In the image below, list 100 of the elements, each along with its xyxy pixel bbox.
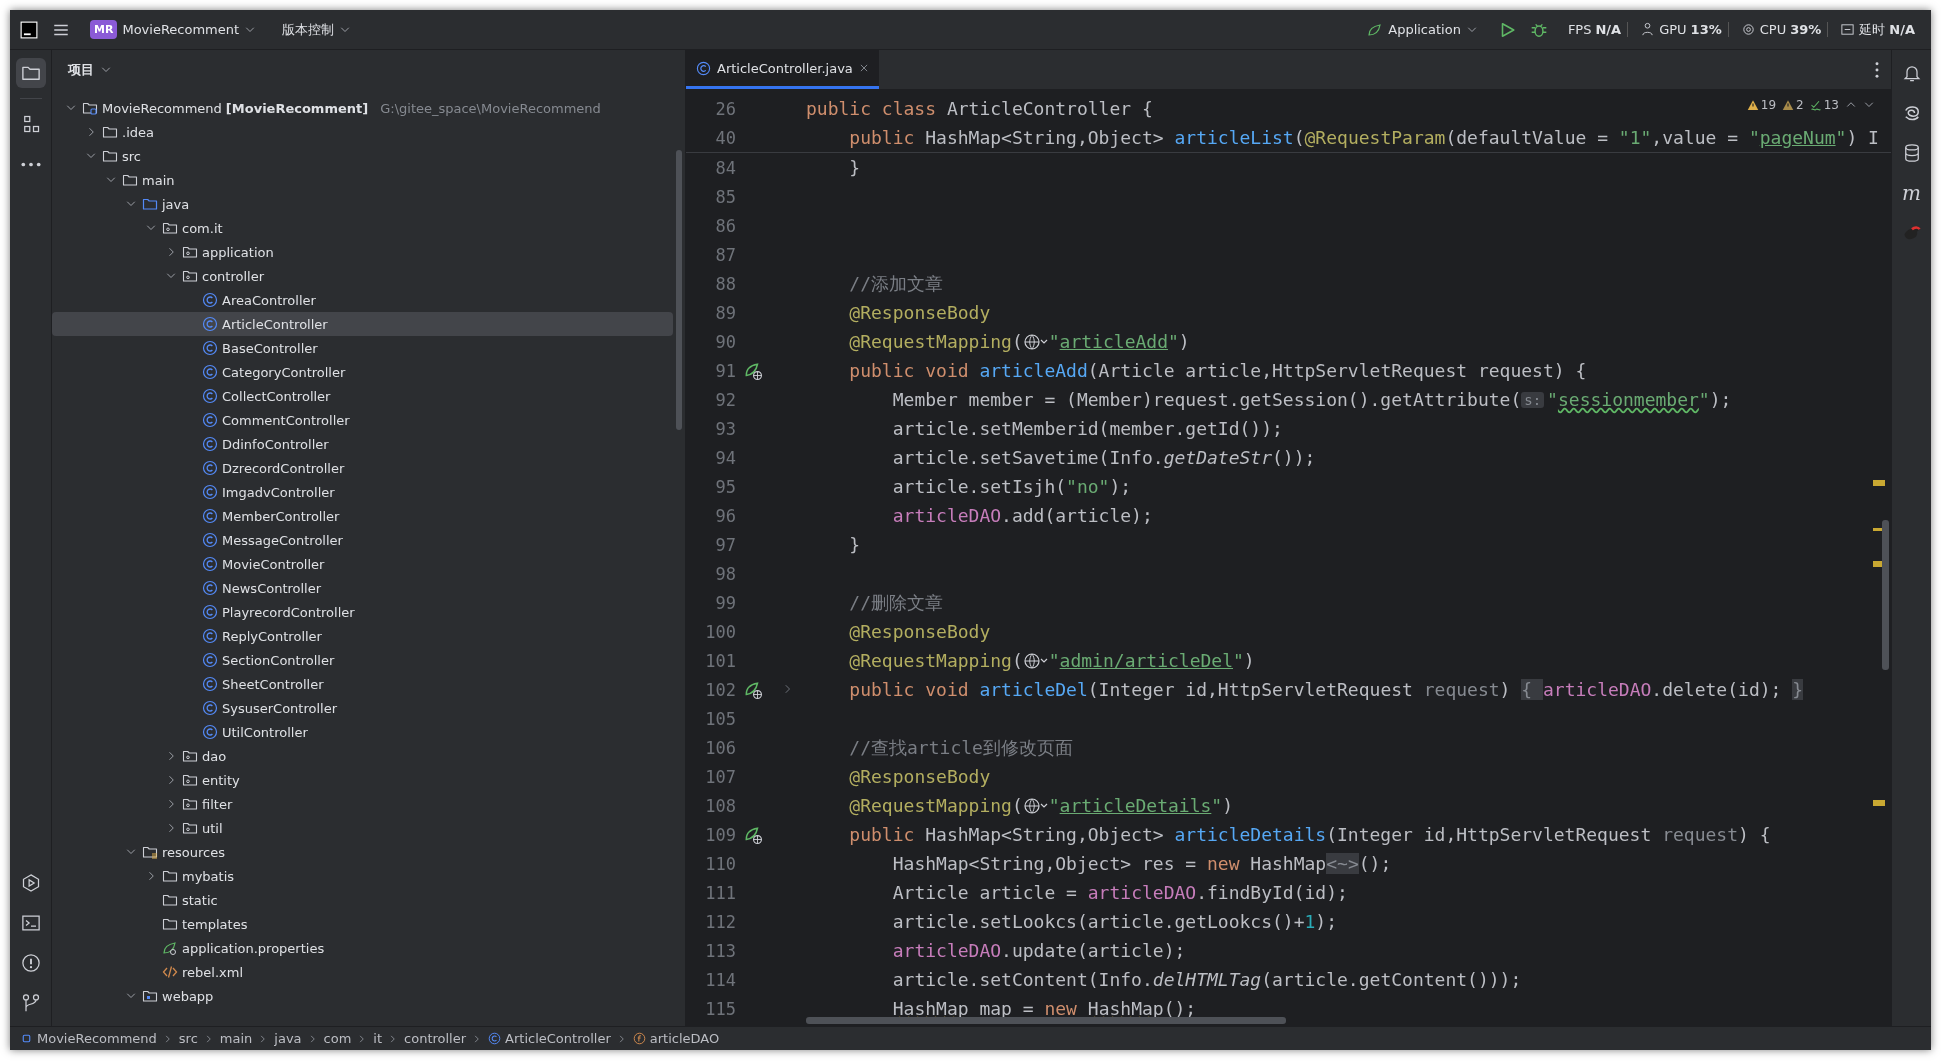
tree-item[interactable]: java bbox=[52, 192, 673, 216]
scrollbar-thumb[interactable] bbox=[1882, 520, 1889, 670]
breadcrumb[interactable]: com bbox=[323, 1031, 352, 1046]
panel-title[interactable]: 项目 bbox=[62, 58, 118, 82]
class-icon bbox=[202, 508, 218, 524]
class-icon bbox=[202, 412, 218, 428]
line-number: 84 bbox=[714, 157, 736, 178]
tree-item[interactable]: PlayrecordController bbox=[52, 600, 673, 624]
editor-tab[interactable]: ArticleController.java bbox=[686, 50, 879, 89]
breadcrumb[interactable]: articleDAO bbox=[632, 1031, 720, 1046]
tree-item[interactable]: .idea bbox=[52, 120, 673, 144]
vcs-menu[interactable]: 版本控制 bbox=[276, 16, 358, 43]
weak-warning-icon bbox=[1782, 99, 1795, 111]
tree-item[interactable]: dao bbox=[52, 744, 673, 768]
tree-item[interactable]: DdinfoController bbox=[52, 432, 673, 456]
breadcrumb[interactable]: src bbox=[178, 1031, 198, 1046]
code-text: articleDAO.update(article); bbox=[891, 940, 1186, 961]
leaf-globe-icon[interactable] bbox=[744, 681, 762, 699]
tree-item[interactable]: application bbox=[52, 240, 673, 264]
tree-item[interactable]: CommentController bbox=[52, 408, 673, 432]
line-number: 93 bbox=[714, 418, 736, 439]
maven-button[interactable]: m bbox=[1896, 178, 1927, 208]
leaf-globe-icon[interactable] bbox=[744, 362, 762, 380]
tree-item[interactable]: CollectController bbox=[52, 384, 673, 408]
tree-item[interactable]: src bbox=[52, 144, 673, 168]
tree-item[interactable]: resources bbox=[52, 840, 673, 864]
tree-item[interactable]: rebel.xml bbox=[52, 960, 673, 984]
leaf-globe-icon[interactable] bbox=[744, 826, 762, 844]
tree-item[interactable]: ArticleController bbox=[52, 312, 673, 336]
tree-item[interactable]: SheetController bbox=[52, 672, 673, 696]
breadcrumb[interactable]: ArticleController bbox=[488, 1031, 611, 1046]
tree-item[interactable]: entity bbox=[52, 768, 673, 792]
tree-item[interactable]: ImgadvController bbox=[52, 480, 673, 504]
tree-item[interactable]: application.properties bbox=[52, 936, 673, 960]
warning-count[interactable]: 19 bbox=[1746, 98, 1777, 112]
tree-item[interactable]: controller bbox=[52, 264, 673, 288]
folder-button[interactable] bbox=[15, 58, 46, 88]
run-icon bbox=[20, 873, 41, 893]
breadcrumb[interactable]: controller bbox=[404, 1031, 467, 1046]
tree-item[interactable]: MovieController bbox=[52, 552, 673, 576]
line-number: 114 bbox=[704, 969, 736, 990]
globe-dropdown-icon[interactable] bbox=[1022, 796, 1049, 815]
line-number: 95 bbox=[714, 476, 736, 497]
folder-icon bbox=[142, 844, 158, 860]
line-number: 107 bbox=[704, 766, 736, 787]
line-number: 99 bbox=[714, 592, 736, 613]
tree-item[interactable]: BaseController bbox=[52, 336, 673, 360]
app-logo-icon[interactable] bbox=[20, 20, 38, 39]
tree-item[interactable]: DzrecordController bbox=[52, 456, 673, 480]
class-icon bbox=[202, 676, 218, 692]
tree-item[interactable]: SysuserController bbox=[52, 696, 673, 720]
run-configuration[interactable]: Application bbox=[1361, 17, 1484, 42]
folder-icon bbox=[162, 916, 178, 932]
field-icon bbox=[632, 1032, 646, 1045]
tree-item[interactable]: com.it bbox=[52, 216, 673, 240]
tree-item[interactable]: UtilController bbox=[52, 720, 673, 744]
class-icon bbox=[202, 340, 218, 356]
tree-item[interactable]: NewsController bbox=[52, 576, 673, 600]
code-text: public HashMap<String,Object> articleDetails(Integer id,HttpServletRequest request) { bbox=[848, 824, 1771, 845]
scrollbar-thumb[interactable] bbox=[676, 150, 682, 430]
tree-item[interactable]: webapp bbox=[52, 984, 673, 1008]
tree-item[interactable]: AreaController bbox=[52, 288, 673, 312]
code-text: @ResponseBody bbox=[848, 766, 991, 787]
project-selector[interactable]: MR MovieRecomment bbox=[84, 16, 263, 43]
tree-item[interactable]: templates bbox=[52, 912, 673, 936]
tree-item[interactable]: SectionController bbox=[52, 648, 673, 672]
tree-item[interactable]: ReplyController bbox=[52, 624, 673, 648]
line-number: 88 bbox=[714, 273, 736, 294]
performance-monitor: GPU 13% bbox=[1634, 22, 1729, 37]
line-number: 110 bbox=[704, 853, 736, 874]
typo-count[interactable]: 13 bbox=[1809, 98, 1839, 112]
tree-item[interactable]: MessageController bbox=[52, 528, 673, 552]
tree-item[interactable]: CategoryController bbox=[52, 360, 673, 384]
weak-warning-count[interactable]: 2 bbox=[1782, 98, 1804, 112]
globe-dropdown-icon[interactable] bbox=[1022, 332, 1049, 351]
package-icon bbox=[182, 268, 198, 284]
globe-dropdown-icon[interactable] bbox=[1022, 651, 1049, 670]
code-text: //查找article到修改页面 bbox=[848, 735, 1073, 760]
breadcrumb[interactable]: java bbox=[274, 1031, 302, 1046]
code-text: "admin/articleDel") bbox=[1048, 650, 1255, 671]
performance-monitor: CPU 39% bbox=[1734, 22, 1829, 37]
more-icon[interactable] bbox=[1875, 61, 1879, 78]
line-number: 102 bbox=[704, 679, 736, 700]
close-icon[interactable] bbox=[858, 63, 869, 73]
tree-item[interactable]: main bbox=[52, 168, 673, 192]
class-icon bbox=[202, 628, 218, 644]
tree-item[interactable]: util bbox=[52, 816, 673, 840]
breadcrumb[interactable]: main bbox=[219, 1031, 253, 1046]
terminal-icon bbox=[20, 913, 41, 933]
breadcrumb[interactable]: MovieRecommend bbox=[20, 1031, 157, 1046]
breadcrumb[interactable]: it bbox=[373, 1031, 383, 1046]
tree-item[interactable]: static bbox=[52, 888, 673, 912]
class-icon bbox=[202, 316, 218, 332]
tree-item[interactable]: MemberController bbox=[52, 504, 673, 528]
tree-item[interactable]: MovieRecommend [MovieRecomment] G:\gitee_space\MovieRecommend bbox=[52, 96, 673, 120]
scrollbar-thumb[interactable] bbox=[806, 1017, 1286, 1024]
bell-icon bbox=[1901, 63, 1922, 83]
tree-item[interactable]: mybatis bbox=[52, 864, 673, 888]
tree-item[interactable]: filter bbox=[52, 792, 673, 816]
folder-icon bbox=[142, 988, 158, 1004]
